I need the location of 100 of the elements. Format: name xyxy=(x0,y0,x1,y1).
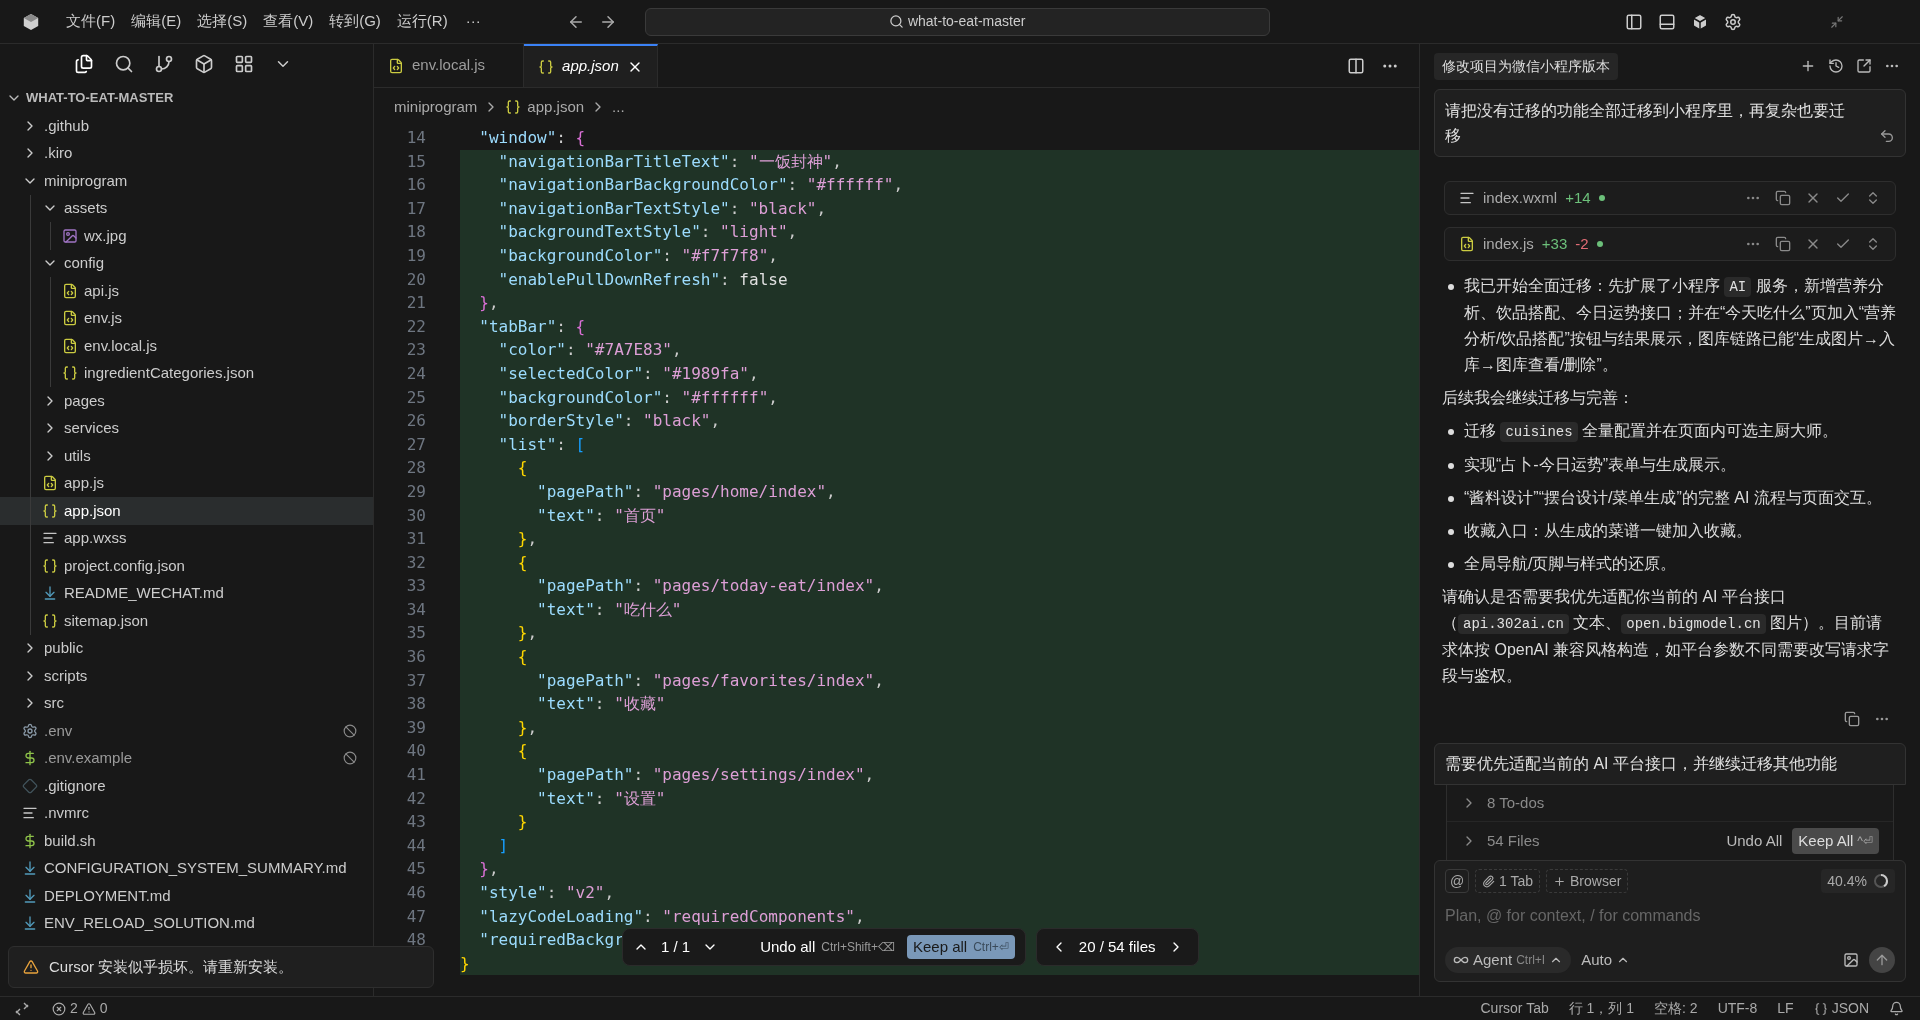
sidebar-toggle-icon[interactable] xyxy=(1625,12,1643,31)
ignored-icon xyxy=(343,723,357,738)
explorer-item[interactable]: pages xyxy=(0,387,373,415)
keep-all-button[interactable]: Keep all Ctrl+⏎ xyxy=(906,935,1015,959)
explorer-item[interactable]: .env.example xyxy=(0,744,373,772)
status-item[interactable]: Cursor Tab xyxy=(1480,998,1549,1019)
explorer-item[interactable]: api.js xyxy=(0,277,373,305)
explorer-item[interactable]: env.local.js xyxy=(0,332,373,360)
editor-tab[interactable]: app.json xyxy=(524,44,658,87)
pop-out-icon[interactable] xyxy=(1856,58,1872,74)
explorer-item[interactable]: .env xyxy=(0,717,373,745)
branch-icon[interactable] xyxy=(154,54,174,74)
status-item[interactable]: LF xyxy=(1777,998,1794,1019)
explorer-item[interactable]: utils xyxy=(0,442,373,470)
explorer-item[interactable]: public xyxy=(0,634,373,662)
copy-icon[interactable] xyxy=(1844,711,1860,727)
explorer-item[interactable]: ENV_RELOAD_SOLUTION.md xyxy=(0,909,373,937)
more-menu[interactable]: ··· xyxy=(457,10,489,33)
model-picker[interactable]: Auto xyxy=(1581,948,1631,972)
breadcrumb-item[interactable]: miniprogram xyxy=(394,95,478,119)
explorer-item[interactable]: assets xyxy=(0,194,373,222)
explorer-item[interactable]: app.js xyxy=(0,469,373,497)
copy-icon[interactable] xyxy=(1775,236,1791,252)
explorer-item[interactable]: config xyxy=(0,249,373,277)
menu-item[interactable]: 选择(S) xyxy=(191,10,254,33)
panel-toggle-icon[interactable] xyxy=(1658,12,1676,31)
explorer-item[interactable]: build.sh xyxy=(0,827,373,855)
bullet-icon xyxy=(1448,496,1454,502)
chat-title[interactable]: 修改项目为微信小程序版本 xyxy=(1434,52,1618,80)
image-icon[interactable] xyxy=(1843,952,1859,968)
history-icon[interactable] xyxy=(1828,58,1844,74)
explorer-item[interactable]: DEPLOYMENT.md xyxy=(0,882,373,910)
status-item[interactable]: 行 1，列 1 xyxy=(1568,998,1635,1019)
undo-all-button[interactable]: Undo All xyxy=(1726,829,1783,853)
breadcrumb-item[interactable]: ... xyxy=(612,95,625,119)
status-item[interactable]: 空格: 2 xyxy=(1654,998,1698,1019)
code-line: "backgroundColor": "#ffffff", xyxy=(498,386,778,409)
code-line: }, xyxy=(517,528,538,551)
explorer-item[interactable]: app.wxss xyxy=(0,524,373,552)
explorer-item[interactable]: sitemap.json xyxy=(0,607,373,635)
breadcrumb-item[interactable]: app.json xyxy=(527,95,585,119)
tab-chip[interactable]: 1 Tab xyxy=(1475,869,1540,893)
explorer-item[interactable]: services xyxy=(0,414,373,442)
mention-button[interactable]: @ xyxy=(1445,869,1469,893)
code-line: }, xyxy=(479,292,499,315)
status-item[interactable]: UTF-8 xyxy=(1717,998,1758,1019)
problems-indicator[interactable]: 2 0 xyxy=(52,998,108,1019)
explorer-item[interactable]: wx.jpg xyxy=(0,222,373,250)
menu-item[interactable]: 文件(F) xyxy=(60,10,122,33)
explorer-title[interactable]: WHAT-TO-EAT-MASTER xyxy=(0,84,373,112)
changed-file-row[interactable]: index.wxml +14 xyxy=(1444,181,1896,215)
menu-item[interactable]: 转到(G) xyxy=(323,10,387,33)
split-editor-icon[interactable] xyxy=(1347,56,1365,75)
bell-icon[interactable] xyxy=(1889,1001,1904,1016)
agent-mode-button[interactable]: Agent Ctrl+I xyxy=(1445,947,1572,973)
explorer-item[interactable]: src xyxy=(0,689,373,717)
code-line: "text": "吃什么" xyxy=(537,598,682,621)
braces-icon xyxy=(538,58,555,75)
menu-item[interactable]: 查看(V) xyxy=(257,10,320,33)
explorer-item[interactable]: ingredientCategories.json xyxy=(0,359,373,387)
settings-icon[interactable] xyxy=(1724,12,1742,31)
explorer-item[interactable]: .nvmrc xyxy=(0,799,373,827)
line-number: 40 xyxy=(406,740,426,763)
prompt-field[interactable]: Plan, @ for context, / for commands xyxy=(1445,901,1895,931)
explorer-item[interactable]: CONFIGURATION_SYSTEM_SUMMARY.md xyxy=(0,854,373,882)
browser-chip[interactable]: Browser xyxy=(1546,869,1629,893)
changed-file-row[interactable]: index.js +33 -2 xyxy=(1444,227,1896,261)
explorer-item[interactable]: scripts xyxy=(0,662,373,690)
explorer-item[interactable]: project.config.json xyxy=(0,552,373,580)
diamond-icon xyxy=(22,777,38,794)
explorer-item[interactable]: app.json xyxy=(0,497,373,525)
image-icon xyxy=(62,227,78,244)
explorer-item[interactable]: env.js xyxy=(0,304,373,332)
language-mode[interactable]: JSON xyxy=(1813,998,1869,1019)
explorer-item[interactable]: .gitignore xyxy=(0,772,373,800)
search-icon[interactable] xyxy=(114,54,134,74)
files-row[interactable]: 54 Files xyxy=(1487,829,1540,853)
cube-icon[interactable] xyxy=(1691,12,1709,31)
menu-item[interactable]: 编辑(E) xyxy=(125,10,188,33)
explorer-item[interactable]: .github xyxy=(0,112,373,140)
code-line: { xyxy=(517,551,528,574)
usage-ring-icon xyxy=(1873,873,1889,889)
send-button[interactable] xyxy=(1869,947,1895,973)
toast-message: Cursor 安装似乎损坏。请重新安装。 xyxy=(49,956,294,977)
todos-row[interactable]: 8 To-dos xyxy=(1447,785,1893,822)
explorer-item[interactable]: README_WECHAT.md xyxy=(0,579,373,607)
explorer-item[interactable]: .kiro xyxy=(0,139,373,167)
download-arrow-icon xyxy=(42,585,58,602)
grid-icon[interactable] xyxy=(234,54,254,74)
new-chat-icon[interactable] xyxy=(1800,58,1816,74)
files-icon[interactable] xyxy=(74,54,94,74)
keep-all-button[interactable]: Keep All ^⏎ xyxy=(1792,828,1879,854)
search-field[interactable]: what-to-eat-master xyxy=(644,7,1270,36)
line-number: 47 xyxy=(406,905,426,928)
line-number: 42 xyxy=(406,787,426,810)
remote-icon[interactable] xyxy=(14,1000,30,1017)
menu-item[interactable]: 运行(R) xyxy=(390,10,454,33)
copy-icon[interactable] xyxy=(1775,190,1791,206)
explorer-item[interactable]: miniprogram xyxy=(0,167,373,195)
undo-all-button[interactable]: Undo all Ctrl+Shift+⌫ xyxy=(760,935,895,959)
